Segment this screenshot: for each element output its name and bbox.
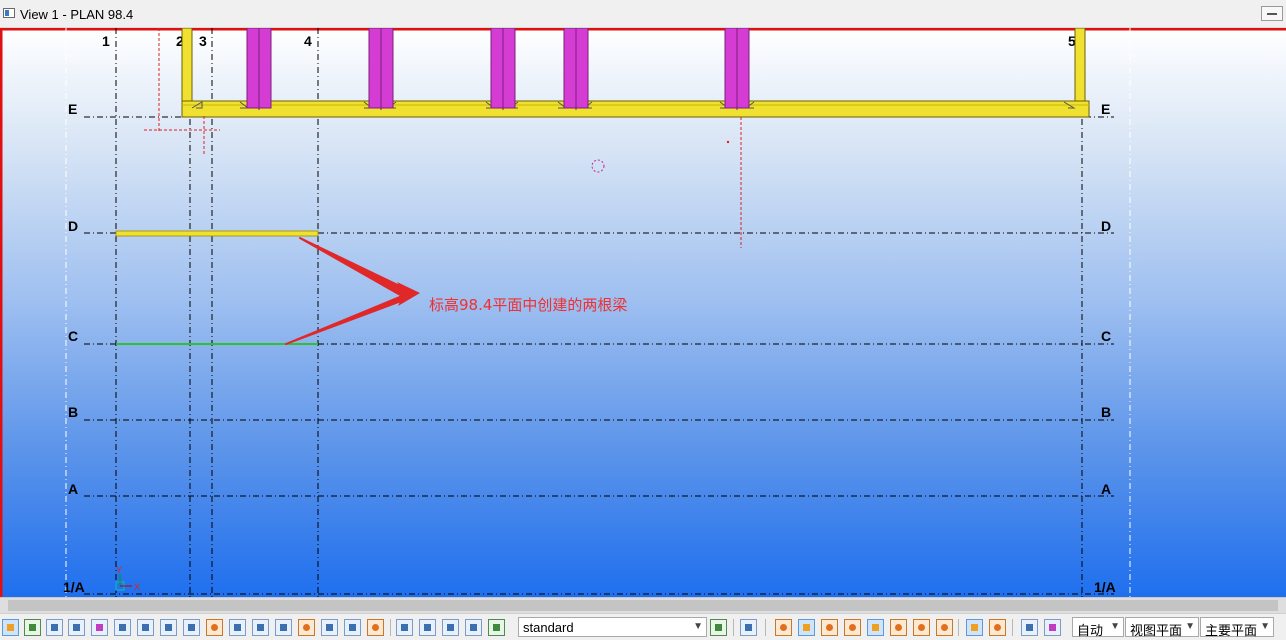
snap-end-icon[interactable] <box>775 619 792 636</box>
grid-label-row-e-left: E <box>68 101 77 117</box>
snap-center-icon[interactable] <box>798 619 815 636</box>
scroll-thumb[interactable] <box>8 600 1278 611</box>
filter-settings-icon[interactable] <box>710 619 727 636</box>
minimize-button[interactable] <box>1261 6 1283 21</box>
grid-label-row-b-left: B <box>68 404 78 420</box>
snap-circle-icon[interactable] <box>821 619 838 636</box>
grid-label-row-a-right: A <box>1101 481 1111 497</box>
select-pour-icon[interactable] <box>344 619 361 636</box>
select-welds-icon[interactable] <box>68 619 85 636</box>
select-in-assembly-icon[interactable] <box>419 619 436 636</box>
snap-perpendicular-icon[interactable] <box>890 619 907 636</box>
auto-combo-value: 自动 <box>1077 623 1104 638</box>
select-filter-icon[interactable] <box>488 619 505 636</box>
select-parts-icon[interactable] <box>24 619 41 636</box>
grid-label-row-c-left: C <box>68 328 78 344</box>
select-gridlines-icon[interactable] <box>183 619 200 636</box>
view-plane-combo-value: 视图平面 <box>1130 623 1183 638</box>
snap-plane-icon[interactable] <box>1021 619 1038 636</box>
main-plane-combo[interactable]: 主要平面 ▼ <box>1200 617 1274 638</box>
selection-filter-value: standard <box>523 620 574 635</box>
grid-label-col-4: 4 <box>304 33 312 49</box>
snap-depth-icon[interactable] <box>1044 619 1061 636</box>
grid-label-row-c-right: C <box>1101 328 1111 344</box>
select-tools-icon[interactable] <box>367 619 384 636</box>
select-planes-icon[interactable] <box>252 619 269 636</box>
select-nested-icon[interactable] <box>465 619 482 636</box>
snap-intersection-icon[interactable] <box>867 619 884 636</box>
snap-reference-icon[interactable] <box>966 619 983 636</box>
window-icon <box>3 8 15 18</box>
grid-label-row-1a-left: 1/A <box>63 579 85 595</box>
grid-label-row-b-right: B <box>1101 404 1111 420</box>
grid-label-row-d-right: D <box>1101 218 1111 234</box>
snap-extension-icon[interactable] <box>913 619 930 636</box>
select-in-component-icon[interactable] <box>442 619 459 636</box>
grid-label-col-1: 1 <box>102 33 110 49</box>
beam-d-line <box>115 230 319 237</box>
select-reinforcement-icon[interactable] <box>321 619 338 636</box>
window-title: View 1 - PLAN 98.4 <box>20 7 134 22</box>
window-titlebar: View 1 - PLAN 98.4 <box>0 0 1286 28</box>
main-plane-combo-value: 主要平面 <box>1205 623 1258 638</box>
selection-toolbar: standard ▼ 自动 ▼ 视图平面 ▼ 主要平面 ▼ <box>0 613 1286 640</box>
select-views-icon[interactable] <box>114 619 131 636</box>
select-assembly-icon[interactable] <box>298 619 315 636</box>
grid-label-col-3: 3 <box>199 33 207 49</box>
chevron-down-icon: ▼ <box>1185 621 1195 632</box>
select-all-icon[interactable] <box>2 619 19 636</box>
chevron-down-icon: ▼ <box>693 621 703 632</box>
select-reference-icon[interactable] <box>206 619 223 636</box>
view-plane-combo[interactable]: 视图平面 ▼ <box>1125 617 1199 638</box>
grid-label-row-a-left: A <box>68 481 78 497</box>
grid-rows <box>84 116 1114 595</box>
select-points-icon[interactable] <box>229 619 246 636</box>
pointer-icon[interactable] <box>740 619 757 636</box>
grid-label-row-1a-right: 1/A <box>1094 579 1116 595</box>
snap-any-icon[interactable] <box>936 619 953 636</box>
marker-dot <box>726 140 730 144</box>
beam-top-horizontal <box>181 100 1090 118</box>
magenta-columns <box>246 28 750 109</box>
select-grids-icon[interactable] <box>160 619 177 636</box>
axis-x-label: X <box>134 582 140 592</box>
snap-marker <box>591 159 605 173</box>
grid-label-row-d-left: D <box>68 218 78 234</box>
select-objects-icon[interactable] <box>396 619 413 636</box>
chevron-down-icon: ▼ <box>1110 621 1120 632</box>
annotation-arrow <box>285 237 415 345</box>
axis-indicator: Y X <box>115 565 140 592</box>
snap-geometry-icon[interactable] <box>989 619 1006 636</box>
model-viewport[interactable]: 1 2 3 4 5 E D C B A 1/A E D C B A 1/A 标高… <box>0 28 1286 597</box>
grid-label-row-e-right: E <box>1101 101 1110 117</box>
select-bolts-icon[interactable] <box>137 619 154 636</box>
select-cuts-icon[interactable] <box>91 619 108 636</box>
construction-lines <box>144 28 742 248</box>
select-surface-icon[interactable] <box>46 619 63 636</box>
annotation-text: 标高98.4平面中创建的两根梁 <box>429 296 627 314</box>
select-components-icon[interactable] <box>275 619 292 636</box>
auto-combo[interactable]: 自动 ▼ <box>1072 617 1124 638</box>
horizontal-scrollbar[interactable] <box>0 597 1286 613</box>
plan-drawing: 1 2 3 4 5 E D C B A 1/A E D C B A 1/A 标高… <box>0 28 1286 597</box>
snap-mid-icon[interactable] <box>844 619 861 636</box>
selection-filter-combo[interactable]: standard ▼ <box>518 617 707 637</box>
chevron-down-icon: ▼ <box>1260 621 1270 632</box>
axis-y-label: Y <box>116 565 122 575</box>
